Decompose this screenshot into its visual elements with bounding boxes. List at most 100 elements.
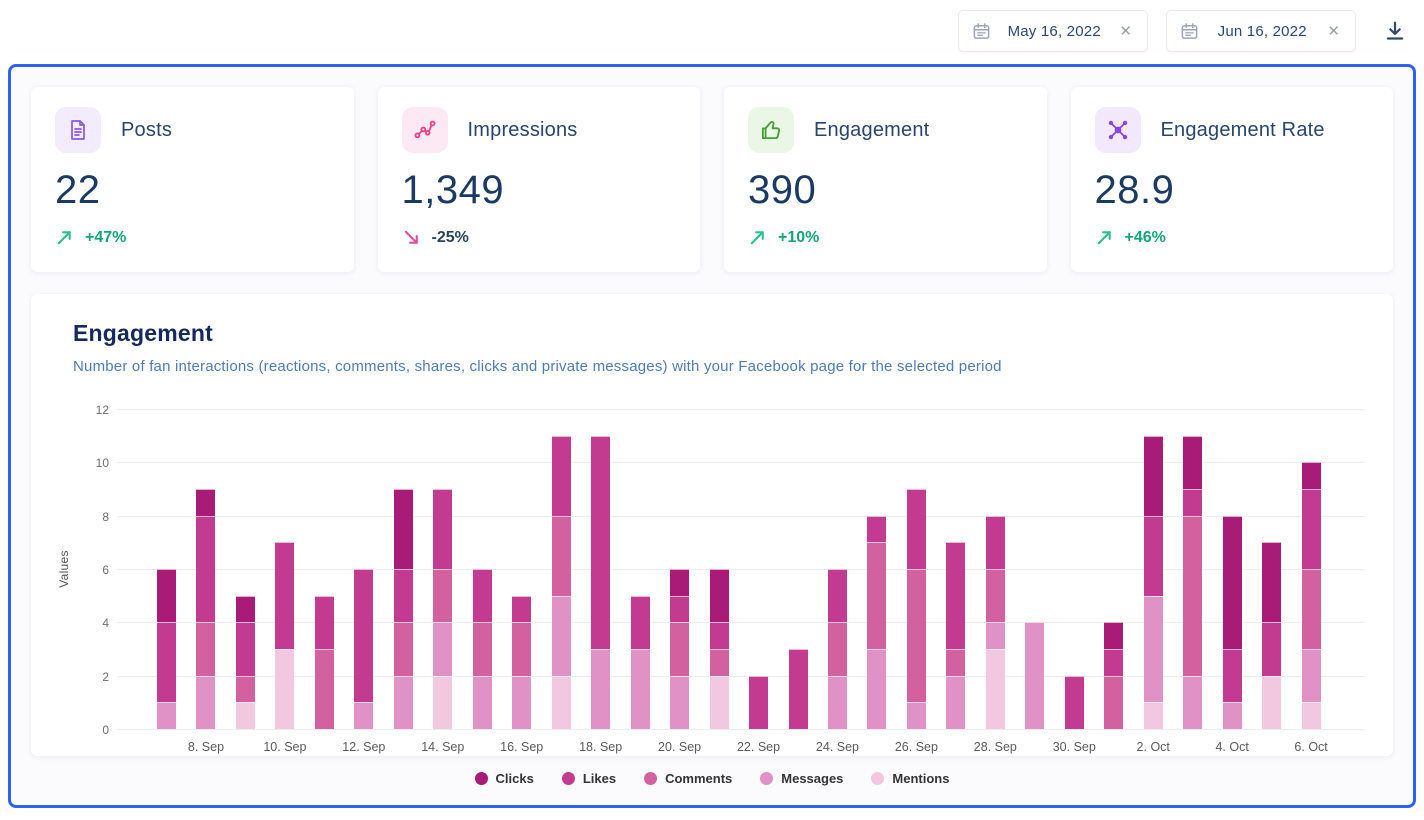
bar-segment-comments[interactable]	[1302, 569, 1321, 649]
bar-group-6-oct[interactable]: 6. Oct	[1302, 462, 1321, 729]
bar-segment-messages[interactable]	[946, 676, 965, 729]
bar-segment-clicks[interactable]	[1183, 436, 1202, 489]
bar-group-12-sep[interactable]: 12. Sep	[354, 569, 373, 729]
bar-segment-messages[interactable]	[1183, 676, 1202, 729]
bar-segment-comments[interactable]	[828, 622, 847, 675]
bar-group-20-sep[interactable]: 20. Sep	[670, 569, 689, 729]
bar-segment-messages[interactable]	[1144, 596, 1163, 703]
bar-segment-comments[interactable]	[946, 649, 965, 676]
bar-segment-clicks[interactable]	[1302, 462, 1321, 489]
bar-group-23-sep[interactable]	[789, 649, 808, 729]
bar-group-15-sep[interactable]	[473, 569, 492, 729]
bar-group-28-sep[interactable]: 28. Sep	[986, 516, 1005, 729]
bar-segment-mentions[interactable]	[236, 702, 255, 729]
legend-item-messages[interactable]: Messages	[760, 771, 843, 786]
bar-segment-comments[interactable]	[710, 649, 729, 676]
bar-segment-mentions[interactable]	[1262, 676, 1281, 729]
bar-segment-likes[interactable]	[986, 516, 1005, 569]
bar-segment-messages[interactable]	[157, 702, 176, 729]
bar-segment-likes[interactable]	[1302, 489, 1321, 569]
bar-segment-clicks[interactable]	[1223, 516, 1242, 649]
bar-segment-comments[interactable]	[867, 542, 886, 649]
legend-item-comments[interactable]: Comments	[644, 771, 732, 786]
bar-group-26-sep[interactable]: 26. Sep	[907, 489, 926, 729]
bar-segment-comments[interactable]	[473, 622, 492, 675]
bar-segment-mentions[interactable]	[552, 676, 571, 729]
bar-group-19-sep[interactable]	[631, 596, 650, 729]
bar-segment-likes[interactable]	[473, 569, 492, 622]
bar-group-18-sep[interactable]: 18. Sep	[591, 436, 610, 729]
bar-segment-likes[interactable]	[867, 516, 886, 543]
bar-segment-comments[interactable]	[315, 649, 334, 729]
bar-segment-messages[interactable]	[394, 676, 413, 729]
bar-group-2-oct[interactable]: 2. Oct	[1144, 436, 1163, 729]
bar-segment-comments[interactable]	[1104, 676, 1123, 729]
bar-segment-clicks[interactable]	[1144, 436, 1163, 516]
bar-segment-comments[interactable]	[1183, 516, 1202, 676]
bar-segment-clicks[interactable]	[157, 569, 176, 622]
legend-item-likes[interactable]: Likes	[562, 771, 616, 786]
legend-item-clicks[interactable]: Clicks	[475, 771, 534, 786]
bar-segment-clicks[interactable]	[1104, 622, 1123, 649]
bar-segment-likes[interactable]	[591, 436, 610, 649]
bar-segment-comments[interactable]	[433, 569, 452, 622]
legend-item-mentions[interactable]: Mentions	[871, 771, 949, 786]
bar-segment-messages[interactable]	[986, 622, 1005, 649]
bar-segment-likes[interactable]	[275, 542, 294, 649]
bar-segment-comments[interactable]	[236, 676, 255, 703]
bar-segment-likes[interactable]	[749, 676, 768, 729]
bar-group-25-sep[interactable]	[867, 516, 886, 729]
bar-segment-clicks[interactable]	[1262, 542, 1281, 622]
bar-segment-likes[interactable]	[1144, 516, 1163, 596]
bar-segment-messages[interactable]	[473, 676, 492, 729]
bar-group-4-oct[interactable]: 4. Oct	[1223, 516, 1242, 729]
bar-segment-likes[interactable]	[907, 489, 926, 569]
bar-segment-comments[interactable]	[986, 569, 1005, 622]
bar-segment-likes[interactable]	[631, 596, 650, 649]
bar-segment-likes[interactable]	[1223, 649, 1242, 702]
bar-group-1-oct[interactable]	[1104, 622, 1123, 729]
bar-segment-likes[interactable]	[433, 489, 452, 569]
bar-segment-messages[interactable]	[828, 676, 847, 729]
bar-segment-clicks[interactable]	[670, 569, 689, 596]
bar-segment-likes[interactable]	[196, 516, 215, 623]
clear-end-date-icon[interactable]: ✕	[1325, 22, 1342, 41]
bar-segment-likes[interactable]	[1183, 489, 1202, 516]
bar-group-5-oct[interactable]	[1262, 542, 1281, 729]
bar-segment-likes[interactable]	[512, 596, 531, 623]
bar-segment-messages[interactable]	[354, 702, 373, 729]
bar-group-27-sep[interactable]	[946, 542, 965, 729]
bar-segment-mentions[interactable]	[433, 676, 452, 729]
bar-segment-likes[interactable]	[828, 569, 847, 622]
bar-segment-likes[interactable]	[354, 569, 373, 702]
bar-group-16-sep[interactable]: 16. Sep	[512, 596, 531, 729]
bar-segment-messages[interactable]	[552, 596, 571, 676]
bar-segment-likes[interactable]	[710, 622, 729, 649]
bar-segment-comments[interactable]	[907, 569, 926, 702]
bar-segment-messages[interactable]	[196, 676, 215, 729]
bar-group-7-sep[interactable]	[157, 569, 176, 729]
bar-segment-likes[interactable]	[157, 622, 176, 702]
bar-segment-clicks[interactable]	[710, 569, 729, 622]
bar-segment-mentions[interactable]	[275, 649, 294, 729]
bar-segment-clicks[interactable]	[236, 596, 255, 623]
clear-start-date-icon[interactable]: ✕	[1117, 22, 1134, 41]
date-range-end[interactable]: Jun 16, 2022 ✕	[1166, 10, 1356, 52]
bar-segment-mentions[interactable]	[986, 649, 1005, 729]
bar-segment-comments[interactable]	[196, 622, 215, 675]
bar-segment-likes[interactable]	[1065, 676, 1084, 729]
bar-segment-mentions[interactable]	[1144, 702, 1163, 729]
bar-segment-messages[interactable]	[670, 676, 689, 729]
bar-group-24-sep[interactable]: 24. Sep	[828, 569, 847, 729]
bar-segment-messages[interactable]	[907, 702, 926, 729]
bar-segment-comments[interactable]	[670, 622, 689, 675]
bar-group-9-sep[interactable]	[236, 596, 255, 729]
date-range-start[interactable]: May 16, 2022 ✕	[958, 10, 1148, 52]
bar-group-3-oct[interactable]	[1183, 436, 1202, 729]
bar-segment-likes[interactable]	[236, 622, 255, 675]
bar-segment-likes[interactable]	[394, 569, 413, 622]
bar-segment-messages[interactable]	[1302, 649, 1321, 702]
bar-segment-comments[interactable]	[552, 516, 571, 596]
bar-group-17-sep[interactable]	[552, 436, 571, 729]
bar-segment-messages[interactable]	[631, 649, 650, 729]
